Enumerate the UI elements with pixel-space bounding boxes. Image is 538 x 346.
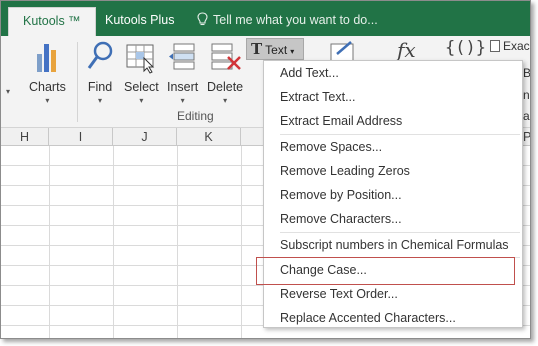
chevron-down-icon[interactable]: ▾: [6, 87, 10, 96]
exact-label: Exac: [503, 39, 530, 53]
text-dropdown-button[interactable]: T Text ▾: [246, 38, 304, 60]
search-icon: [87, 41, 113, 69]
insert-rows-icon: [168, 43, 195, 70]
menu-item-subscript-chemical[interactable]: Subscript numbers in Chemical Formulas: [280, 234, 509, 256]
excel-window: Kutools ™ Kutools Plus Tell me what you …: [0, 0, 531, 339]
menu-item-extract-email[interactable]: Extract Email Address: [280, 110, 402, 132]
select-grid-icon: [126, 44, 155, 74]
group-label-editing: Editing: [177, 109, 214, 123]
copy-icon: [490, 40, 500, 52]
grid-line: [177, 146, 178, 338]
grid-line: [241, 146, 242, 338]
partial-label-a: a: [523, 109, 530, 123]
delete-button[interactable]: Delete ▾: [207, 40, 243, 105]
chevron-down-icon: ▾: [97, 96, 102, 105]
menu-item-add-text[interactable]: Add Text...: [280, 62, 339, 84]
menu-item-replace-accented[interactable]: Replace Accented Characters...: [280, 307, 456, 329]
select-label: Select: [124, 80, 159, 94]
menu-item-remove-characters[interactable]: Remove Characters...: [280, 208, 402, 230]
menu-item-remove-by-position[interactable]: Remove by Position...: [280, 184, 402, 206]
braces-icon[interactable]: {()}: [445, 38, 486, 58]
menu-item-remove-leading-zeros[interactable]: Remove Leading Zeros: [280, 160, 410, 182]
insert-button[interactable]: Insert ▾: [167, 40, 198, 105]
tab-kutools-plus[interactable]: Kutools Plus: [91, 7, 188, 36]
bar-chart-icon: [37, 44, 57, 72]
chevron-down-icon: ▾: [290, 47, 295, 56]
grid-line: [49, 146, 50, 338]
divider: [77, 42, 78, 122]
text-icon: T: [251, 40, 263, 58]
delete-rows-icon: [211, 43, 241, 70]
select-button[interactable]: Select ▾: [124, 40, 159, 105]
ribbon-tab-bar: Kutools ™ Kutools Plus Tell me what you …: [1, 1, 530, 36]
delete-label: Delete: [207, 80, 244, 94]
chevron-down-icon: ▾: [45, 96, 50, 105]
menu-item-reverse-text-order[interactable]: Reverse Text Order...: [280, 283, 398, 305]
find-button[interactable]: Find ▾: [85, 40, 115, 105]
tab-kutools[interactable]: Kutools ™: [8, 7, 96, 36]
chevron-down-icon: ▾: [139, 96, 144, 105]
tell-me-text: Tell me what you want to do...: [213, 13, 378, 27]
column-header[interactable]: I: [49, 128, 113, 146]
edit-sheet-icon: [330, 41, 354, 62]
lightbulb-icon: [197, 12, 208, 26]
tell-me-search[interactable]: Tell me what you want to do...: [197, 7, 378, 34]
column-header[interactable]: K: [177, 128, 241, 146]
column-header[interactable]: J: [113, 128, 177, 146]
charts-label: Charts: [29, 80, 66, 94]
partial-label-b: B: [523, 66, 531, 80]
highlight-box: [256, 257, 515, 285]
insert-label: Insert: [167, 80, 199, 94]
text-dropdown-menu: Add Text... Extract Text... Extract Emai…: [263, 60, 523, 328]
find-label: Find: [87, 80, 113, 94]
charts-button[interactable]: Charts ▾: [29, 40, 66, 105]
chevron-down-icon: ▾: [180, 96, 185, 105]
chevron-down-icon: ▾: [223, 96, 228, 105]
menu-divider: [280, 134, 520, 135]
text-label: Text: [265, 43, 288, 57]
menu-item-extract-text[interactable]: Extract Text...: [280, 86, 356, 108]
partial-label-n: n: [523, 88, 530, 102]
formula-fx-icon[interactable]: fx: [397, 38, 416, 62]
grid-line: [113, 146, 114, 338]
exact-copy-button[interactable]: Exac: [490, 39, 530, 53]
menu-divider: [280, 232, 520, 233]
column-header[interactable]: H: [1, 128, 49, 146]
menu-item-remove-spaces[interactable]: Remove Spaces...: [280, 136, 382, 158]
